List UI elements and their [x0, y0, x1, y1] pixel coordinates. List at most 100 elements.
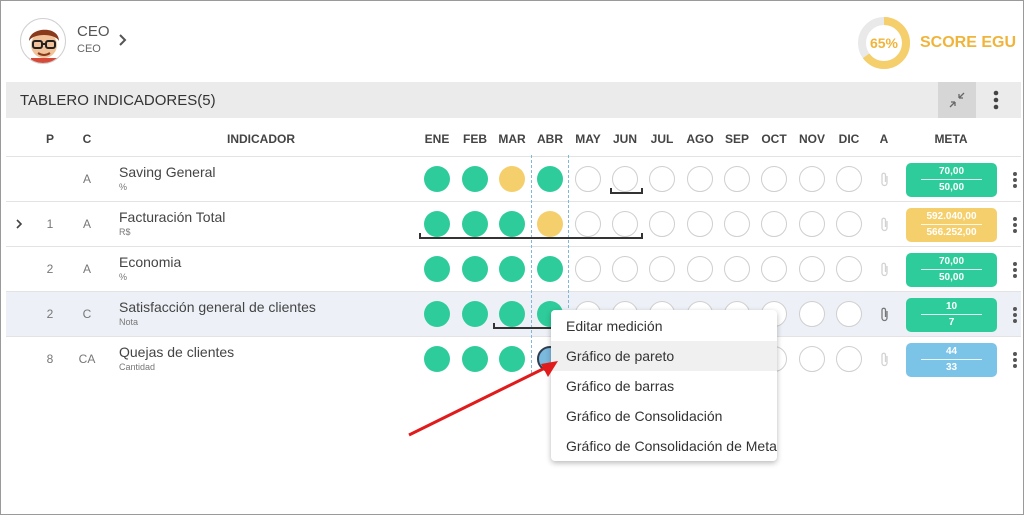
meta-badge[interactable]: 44 33	[906, 343, 997, 377]
month-status-circle[interactable]	[649, 166, 675, 192]
month-status-circle[interactable]	[575, 166, 601, 192]
month-status-circle[interactable]	[761, 256, 787, 282]
month-status-circle[interactable]	[499, 256, 525, 282]
paperclip-icon[interactable]	[880, 262, 890, 278]
indicator-name[interactable]: Satisfacción general de clientes	[119, 299, 316, 315]
month-status-circle[interactable]	[649, 211, 675, 237]
col-header-p: P	[45, 132, 54, 146]
meta-divider	[921, 359, 982, 360]
cell-priority: 2	[46, 262, 54, 276]
meta-divider	[921, 269, 982, 270]
cell-priority: 1	[46, 217, 54, 231]
context-menu: Editar medición Gráfico de pareto Gráfic…	[551, 310, 777, 461]
month-status-circle[interactable]	[537, 256, 563, 282]
cell-category: A	[82, 217, 91, 231]
month-status-circle[interactable]	[424, 256, 450, 282]
meta-badge[interactable]: 10 7	[906, 298, 997, 332]
month-status-circle[interactable]	[761, 166, 787, 192]
menu-item-editar-medicion[interactable]: Editar medición	[551, 311, 777, 341]
month-status-circle[interactable]	[724, 256, 750, 282]
col-header-month: FEB	[463, 132, 487, 146]
app-window: CEO CEO 65% SCORE EGU TABLERO INDICADORE…	[0, 0, 1024, 515]
cell-priority: 2	[46, 307, 54, 321]
col-header-month: ABR	[537, 132, 563, 146]
chevron-right-icon[interactable]	[116, 29, 130, 51]
table-row[interactable]: A Saving General% 70,00 50,00	[6, 156, 1021, 201]
row-menu-icon[interactable]	[1008, 304, 1022, 326]
board-title-bar: TABLERO INDICADORES(5)	[6, 82, 1021, 118]
month-status-circle[interactable]	[836, 211, 862, 237]
indicator-unit: R$	[119, 227, 131, 237]
collapse-button[interactable]	[938, 82, 976, 118]
indicator-name[interactable]: Facturación Total	[119, 209, 225, 225]
table-row[interactable]: 2 A Economia% 70,00 50,00	[6, 246, 1021, 291]
month-status-circle[interactable]	[836, 166, 862, 192]
month-status-circle[interactable]	[649, 256, 675, 282]
annotation-arrow-icon	[408, 361, 558, 437]
expand-chevron-icon[interactable]	[14, 217, 24, 231]
month-status-circle[interactable]	[799, 256, 825, 282]
month-status-circle[interactable]	[687, 166, 713, 192]
score-label: SCORE EGU	[920, 34, 1017, 51]
menu-item-grafico-consolidacion-meta[interactable]: Gráfico de Consolidación de Meta	[551, 431, 777, 461]
paperclip-icon[interactable]	[880, 307, 890, 323]
meta-target: 44	[945, 346, 958, 357]
row-menu-icon[interactable]	[1008, 259, 1022, 281]
paperclip-icon[interactable]	[880, 172, 890, 188]
month-status-circle[interactable]	[836, 346, 862, 372]
month-status-circle[interactable]	[724, 211, 750, 237]
month-status-circle[interactable]	[687, 211, 713, 237]
indicator-name[interactable]: Saving General	[119, 164, 216, 180]
month-status-circle[interactable]	[499, 166, 525, 192]
col-header-month: JUN	[612, 132, 637, 146]
col-header-meta: META	[934, 132, 968, 146]
month-status-circle[interactable]	[836, 301, 862, 327]
meta-divider	[921, 314, 982, 315]
menu-item-grafico-barras[interactable]: Gráfico de barras	[551, 371, 777, 401]
month-status-circle[interactable]	[462, 166, 488, 192]
month-status-circle[interactable]	[799, 211, 825, 237]
meta-minimum: 50,00	[938, 182, 965, 193]
row-menu-icon[interactable]	[1008, 349, 1022, 371]
period-bracket	[610, 188, 643, 194]
month-status-circle[interactable]	[687, 256, 713, 282]
month-status-circle[interactable]	[799, 301, 825, 327]
month-status-circle[interactable]	[612, 256, 638, 282]
table-row[interactable]: 1 A Facturación Total R$ 592.040,00 566.252,0…	[6, 201, 1021, 246]
month-status-circle[interactable]	[462, 301, 488, 327]
month-status-circle[interactable]	[424, 301, 450, 327]
paperclip-icon[interactable]	[880, 352, 890, 368]
indicator-name[interactable]: Economia	[119, 254, 181, 270]
col-header-month: JUL	[650, 132, 674, 146]
indicator-name[interactable]: Quejas de clientes	[119, 344, 234, 360]
month-status-circle[interactable]	[799, 346, 825, 372]
paperclip-icon[interactable]	[880, 217, 890, 233]
month-status-circle[interactable]	[462, 256, 488, 282]
score-percent: 65%	[869, 35, 899, 51]
col-header-month: SEP	[724, 132, 749, 146]
row-menu-icon[interactable]	[1008, 214, 1022, 236]
meta-badge[interactable]: 70,00 50,00	[906, 253, 997, 287]
meta-badge[interactable]: 592.040,00 566.252,00	[906, 208, 997, 242]
month-status-circle[interactable]	[836, 256, 862, 282]
month-status-circle[interactable]	[724, 166, 750, 192]
month-guide-line	[531, 155, 532, 373]
row-menu-icon[interactable]	[1008, 169, 1022, 191]
cell-category: A	[82, 262, 91, 276]
user-avatar[interactable]	[20, 18, 66, 64]
col-header-month: NOV	[798, 132, 825, 146]
month-status-circle[interactable]	[424, 166, 450, 192]
meta-target: 70,00	[938, 256, 965, 267]
table-row[interactable]: 2 C Satisfacción general de clientes Nota 10…	[6, 291, 1021, 336]
month-status-circle[interactable]	[537, 166, 563, 192]
menu-item-grafico-pareto[interactable]: Gráfico de pareto	[551, 341, 777, 371]
col-header-month: MAY	[575, 132, 601, 146]
month-status-circle[interactable]	[761, 211, 787, 237]
menu-item-grafico-consolidacion[interactable]: Gráfico de Consolidación	[551, 401, 777, 431]
month-status-circle[interactable]	[575, 256, 601, 282]
indicator-unit: %	[119, 182, 128, 192]
month-status-circle[interactable]	[799, 166, 825, 192]
board-menu-icon[interactable]	[986, 86, 1006, 114]
meta-divider	[921, 224, 982, 225]
meta-badge[interactable]: 70,00 50,00	[906, 163, 997, 197]
